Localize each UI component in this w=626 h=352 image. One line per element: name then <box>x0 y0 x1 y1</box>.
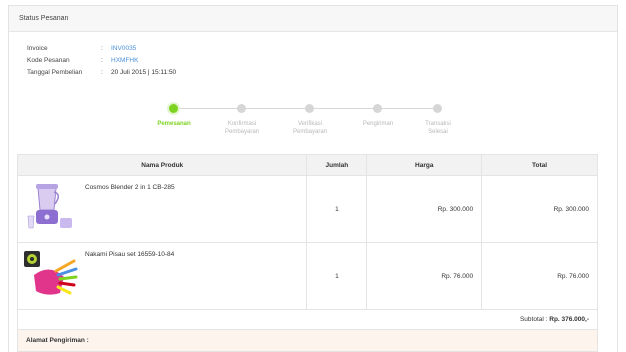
column-header-total: Total <box>481 154 598 176</box>
step-label-line: Selesai <box>428 129 448 135</box>
step-label-line: Verifikasi <box>297 121 322 127</box>
info-label: Kode Pesanan <box>27 56 70 64</box>
step-label-payment-confirmation: Konfirmasi Pembayaran <box>212 120 272 136</box>
info-row-purchase-date: Tanggal Pembelian : 20 Juli 2015 | 15:11… <box>27 66 176 78</box>
step-dot-ordering <box>169 104 178 113</box>
column-header-qty: Jumlah <box>306 154 368 176</box>
table-row: Cosmos Blender 2 in 1 CB-285 1 Rp. 300.0… <box>16 175 598 243</box>
blender-image[interactable] <box>24 182 78 232</box>
order-code-link[interactable]: HXMFHK <box>111 57 138 64</box>
subtotal-value: Rp. 376.000,- <box>549 316 589 323</box>
step-dot-complete <box>433 104 442 113</box>
step-label-payment-verification: Verifikasi Pembayaran <box>280 120 340 136</box>
subtotal-cell: Subtotal : Rp. 376.000,- <box>17 309 598 330</box>
panel-title: Status Pesanan <box>9 6 617 32</box>
info-label: Tanggal Pembelian <box>27 68 83 76</box>
product-name[interactable]: Cosmos Blender 2 in 1 CB-285 <box>85 184 175 191</box>
table-row: Nakami Pisau set 16559-10-84 1 Rp. 76.00… <box>16 242 598 310</box>
column-header-product: Nama Produk <box>16 154 308 176</box>
step-label-shipping: Pengiriman <box>348 120 408 128</box>
total-cell: Rp. 300.000 <box>481 175 598 243</box>
info-colon: : <box>101 56 103 64</box>
invoice-link[interactable]: INV0035 <box>111 45 136 52</box>
knife-set-image[interactable] <box>24 249 78 299</box>
step-dot-payment-confirmation <box>237 104 246 113</box>
order-info: Invoice : INV0035 Kode Pesanan : HXMFHK … <box>27 42 176 78</box>
info-label: Invoice <box>27 44 48 52</box>
price-cell: Rp. 300.000 <box>366 175 483 243</box>
total-cell: Rp. 76.000 <box>481 242 598 310</box>
order-progress-stepper: Pemesanan Konfirmasi Pembayaran Verifika… <box>9 98 619 148</box>
subtotal-label: Subtotal : <box>519 316 548 323</box>
product-cell: Nakami Pisau set 16559-10-84 <box>16 242 308 310</box>
order-items-table: Nama Produk Jumlah Harga Total Cosmos Bl… <box>16 154 598 352</box>
step-label-line: Pembayaran <box>292 129 328 135</box>
step-label-line: Pemesanan <box>157 121 191 127</box>
step-dot-payment-verification <box>305 104 314 113</box>
subtotal-row: Subtotal : Rp. 376.000,- <box>17 309 598 330</box>
step-label-ordering: Pemesanan <box>144 120 204 128</box>
product-name[interactable]: Nakami Pisau set 16559-10-84 <box>85 251 174 258</box>
quantity-cell: 1 <box>306 242 368 310</box>
quantity-cell: 1 <box>306 175 368 243</box>
info-colon: : <box>101 44 103 52</box>
shipping-address-label: Alamat Pengiriman : <box>17 329 598 352</box>
step-label-complete: Transaksi Selesai <box>408 120 468 136</box>
info-colon: : <box>101 68 103 76</box>
step-label-line: Transaksi <box>425 121 451 127</box>
step-label-line: Pengiriman <box>362 121 394 127</box>
product-cell: Cosmos Blender 2 in 1 CB-285 <box>16 175 308 243</box>
step-dot-shipping <box>373 104 382 113</box>
purchase-date: 20 Juli 2015 | 15:11:50 <box>111 68 177 76</box>
step-label-line: Pembayaran <box>224 129 260 135</box>
info-row-invoice: Invoice : INV0035 <box>27 42 176 54</box>
price-cell: Rp. 76.000 <box>366 242 483 310</box>
info-row-order-code: Kode Pesanan : HXMFHK <box>27 54 176 66</box>
table-header-row: Nama Produk Jumlah Harga Total <box>16 154 598 176</box>
step-label-line: Konfirmasi <box>227 121 257 127</box>
shipping-address-row: Alamat Pengiriman : <box>17 329 598 352</box>
column-header-price: Harga <box>366 154 483 176</box>
